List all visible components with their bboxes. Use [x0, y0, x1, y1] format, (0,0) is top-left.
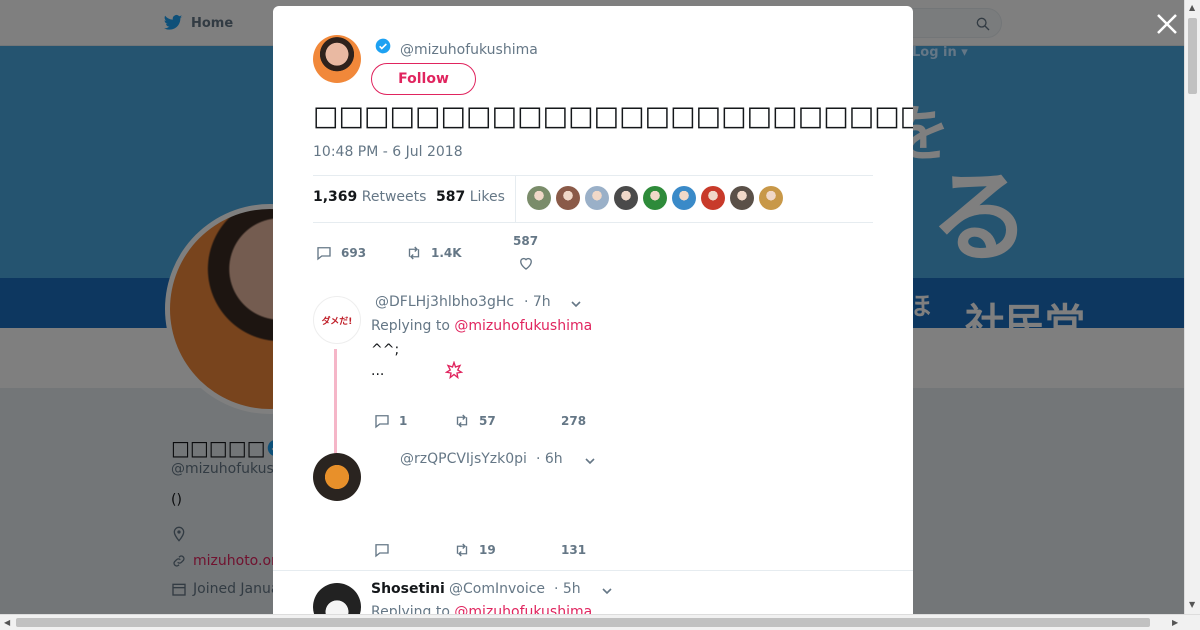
retweet-action[interactable]: 19	[453, 541, 543, 559]
horizontal-scrollbar[interactable]: ◀ ▶	[0, 614, 1200, 630]
reply-icon	[317, 247, 331, 261]
section-divider	[273, 570, 913, 571]
reply-time[interactable]: · 7h	[524, 294, 551, 310]
reply-text-line2: ...	[371, 363, 385, 379]
retweet-count: 1.4K	[431, 246, 462, 260]
liker-avatar[interactable]	[701, 186, 725, 210]
reply-action[interactable]: 1	[373, 412, 453, 430]
reply-icon	[375, 415, 389, 429]
heart-icon	[519, 257, 532, 270]
follow-button[interactable]: Follow	[371, 63, 476, 95]
retweets-stat[interactable]: 1,369 Retweets	[313, 189, 426, 205]
retweet-count: 57	[479, 414, 496, 428]
retweet-icon	[456, 543, 468, 557]
liker-avatar[interactable]	[614, 186, 638, 210]
reply-text-line1: ^^;	[371, 342, 400, 358]
reply-count: 693	[341, 246, 367, 260]
likes-stat[interactable]: 587 Likes	[436, 189, 505, 205]
reply-handle[interactable]: @ComInvoice	[449, 581, 545, 597]
reply-action[interactable]	[373, 541, 453, 559]
replying-mention[interactable]: @mizuhofukushima	[454, 318, 592, 334]
author-handle[interactable]: @mizuhofukushima	[400, 42, 538, 58]
reply-time[interactable]: · 6h	[536, 451, 563, 467]
retweets-count: 1,369	[313, 189, 358, 205]
like-action[interactable]: 131	[561, 543, 586, 557]
like-count: 587	[513, 234, 539, 248]
retweet-count: 19	[479, 543, 496, 557]
reply-icon	[375, 544, 389, 558]
replying-to: Replying to @mizuhofukushima	[371, 604, 592, 614]
anger-icon	[445, 361, 463, 379]
replying-mention[interactable]: @mizuhofukushima	[454, 604, 592, 614]
tweet-actions: 693 1.4K 587	[315, 234, 538, 272]
retweet-icon	[456, 414, 468, 428]
like-action[interactable]: 278	[561, 414, 586, 428]
tweet-text: □□□□□□□□□□□□□□□□□□□□□□□□□□□□□□□□□□□□□□	[313, 101, 913, 132]
reply-action[interactable]: 693	[315, 244, 405, 262]
liker-avatar[interactable]	[759, 186, 783, 210]
retweet-action[interactable]: 57	[453, 412, 543, 430]
liker-avatar[interactable]	[527, 186, 551, 210]
login-link[interactable]: Log in ▾	[912, 45, 968, 60]
tweet-modal: @mizuhofukushima Follow □□□□□□□□□□□□□□□□…	[273, 6, 913, 614]
reply-avatar[interactable]	[313, 453, 361, 501]
tweet-stats: 1,369 Retweets 587 Likes	[313, 175, 873, 223]
liker-avatars	[527, 186, 783, 210]
liker-avatar[interactable]	[730, 186, 754, 210]
replying-prefix: Replying to	[371, 318, 450, 334]
thread-line	[334, 349, 337, 453]
likes-label: Likes	[469, 189, 505, 205]
liker-avatar[interactable]	[556, 186, 580, 210]
tweet-timestamp[interactable]: 10:48 PM - 6 Jul 2018	[313, 144, 463, 160]
liker-avatar[interactable]	[643, 186, 667, 210]
vertical-scroll-thumb[interactable]	[1188, 18, 1197, 94]
retweet-icon	[408, 246, 420, 260]
retweet-action[interactable]: 1.4K	[405, 244, 501, 262]
close-icon[interactable]	[1155, 12, 1179, 36]
likes-count: 587	[436, 189, 466, 205]
reply-handle[interactable]: @rzQPCVIjsYzk0pi	[400, 451, 527, 467]
like-action[interactable]: 587	[513, 234, 538, 272]
reply-author-name[interactable]: Shosetini	[371, 581, 445, 597]
reply-avatar[interactable]: ダメだ!	[313, 296, 361, 344]
retweets-label: Retweets	[361, 189, 427, 205]
reply-actions: 1 57 278	[373, 412, 586, 430]
chevron-down-icon[interactable]	[570, 298, 582, 310]
replying-prefix: Replying to	[371, 604, 450, 614]
like-count: 131	[561, 543, 587, 557]
reply-actions: 19 131	[373, 541, 586, 559]
scroll-down-icon[interactable]: ▼	[1189, 600, 1195, 609]
chevron-down-icon[interactable]	[601, 585, 613, 597]
liker-avatar[interactable]	[672, 186, 696, 210]
liker-avatar[interactable]	[585, 186, 609, 210]
reply-count: 1	[399, 414, 408, 428]
verified-icon	[375, 38, 391, 54]
scroll-up-icon[interactable]: ▲	[1189, 3, 1195, 12]
horizontal-scroll-thumb[interactable]	[16, 618, 1150, 627]
like-count: 278	[561, 414, 587, 428]
vertical-scrollbar[interactable]: ▲ ▼	[1184, 0, 1200, 614]
replying-to: Replying to @mizuhofukushima	[371, 318, 592, 334]
scroll-right-icon[interactable]: ▶	[1172, 618, 1178, 627]
reply-time[interactable]: · 5h	[554, 581, 581, 597]
reply-avatar[interactable]	[313, 583, 361, 614]
author-avatar[interactable]	[313, 35, 361, 83]
chevron-down-icon[interactable]	[584, 455, 596, 467]
scroll-left-icon[interactable]: ◀	[4, 618, 10, 627]
reply-handle[interactable]: @DFLHj3hlbho3gHc	[375, 294, 514, 310]
stats-separator	[515, 176, 516, 222]
